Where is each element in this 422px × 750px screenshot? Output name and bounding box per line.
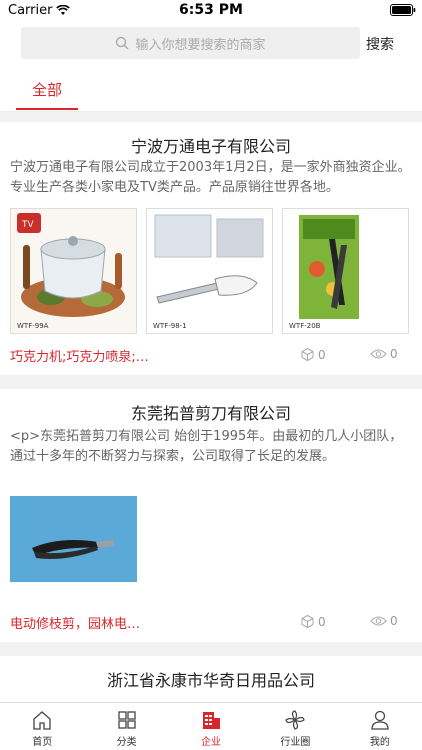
enterprise-icon xyxy=(203,712,221,729)
product-model-label: WTF-20B xyxy=(289,322,321,330)
search-input[interactable]: 输入你想要搜索的商家 xyxy=(21,27,360,59)
cube-icon xyxy=(301,614,314,629)
company-title[interactable]: 东莞拓普剪刀有限公司 xyxy=(0,400,422,424)
eye-icon xyxy=(370,349,387,359)
product-image[interactable] xyxy=(10,496,137,582)
nav-label: 分类 xyxy=(116,737,137,748)
views-count: 0 xyxy=(390,614,398,628)
company-card[interactable]: 宁波万通电子有限公司 宁波万通电子有限公司成立于2003年1月2日，是一家外商独… xyxy=(0,122,422,375)
search-header: 输入你想要搜索的商家 搜索 xyxy=(0,22,422,66)
views-stat: 0 xyxy=(370,347,398,361)
nav-label: 企业 xyxy=(201,737,222,748)
pinwheel-icon xyxy=(285,710,306,730)
company-card[interactable]: 东莞拓普剪刀有限公司 <p>东莞拓普剪刀有限公司 始创于1995年。由最初的几人… xyxy=(0,389,422,642)
grid-icon xyxy=(117,711,136,729)
company-tags[interactable]: 电动修枝剪，园林电… xyxy=(10,613,210,632)
tab-bar: 全部 xyxy=(0,66,422,112)
company-title[interactable]: 宁波万通电子有限公司 xyxy=(0,133,422,157)
search-placeholder: 输入你想要搜索的商家 xyxy=(135,37,266,53)
nav-home[interactable]: 首页 xyxy=(0,703,84,750)
nav-label: 首页 xyxy=(32,737,53,748)
cube-icon xyxy=(301,347,314,362)
company-tags[interactable]: 巧克力机;巧克力喷泉;… xyxy=(10,346,210,365)
search-icon xyxy=(116,36,129,50)
product-image[interactable]: TV WTF-99A xyxy=(10,208,137,334)
company-card[interactable]: 浙江省永康市华奇日用品公司 xyxy=(0,656,422,702)
product-model-label: WTF-99A xyxy=(17,322,49,330)
status-bar: Carrier 6:53 PM xyxy=(0,0,422,22)
nav-profile[interactable]: 我的 xyxy=(338,703,422,750)
views-count: 0 xyxy=(390,347,398,361)
eye-icon xyxy=(370,616,387,626)
nav-category[interactable]: 分类 xyxy=(84,703,168,750)
bottom-nav: 首页 分类 企业 行业圈 我的 xyxy=(0,702,422,750)
search-button[interactable]: 搜索 xyxy=(366,34,394,54)
product-model-label: WTF-98-1 xyxy=(153,322,187,330)
tab-active-indicator xyxy=(16,108,78,110)
product-image[interactable]: WTF-98-1 xyxy=(146,208,273,334)
user-icon xyxy=(371,710,389,730)
favorites-count: 0 xyxy=(318,347,326,362)
nav-label: 我的 xyxy=(369,737,390,748)
tab-all[interactable]: 全部 xyxy=(16,66,78,112)
nav-label: 行业圈 xyxy=(280,737,311,748)
svg-text:TV: TV xyxy=(22,219,34,229)
company-description: 宁波万通电子有限公司成立于2003年1月2日，是一家外商独资企业。专业生产各类小… xyxy=(10,160,411,195)
nav-enterprise[interactable]: 企业 xyxy=(169,703,253,750)
views-stat: 0 xyxy=(370,614,398,628)
home-icon xyxy=(33,711,51,730)
battery-icon xyxy=(390,4,416,16)
company-title[interactable]: 浙江省永康市华奇日用品公司 xyxy=(0,667,422,691)
nav-industry[interactable]: 行业圈 xyxy=(253,703,337,750)
status-time: 6:53 PM xyxy=(179,2,243,18)
product-image[interactable]: WTF-20B xyxy=(282,208,409,334)
company-description: <p>东莞拓普剪刀有限公司 始创于1995年。由最初的几人小团队，通过十多年的不… xyxy=(10,429,403,464)
favorites-stat: 0 xyxy=(300,347,326,362)
favorites-count: 0 xyxy=(318,614,326,629)
favorites-stat: 0 xyxy=(300,614,326,629)
